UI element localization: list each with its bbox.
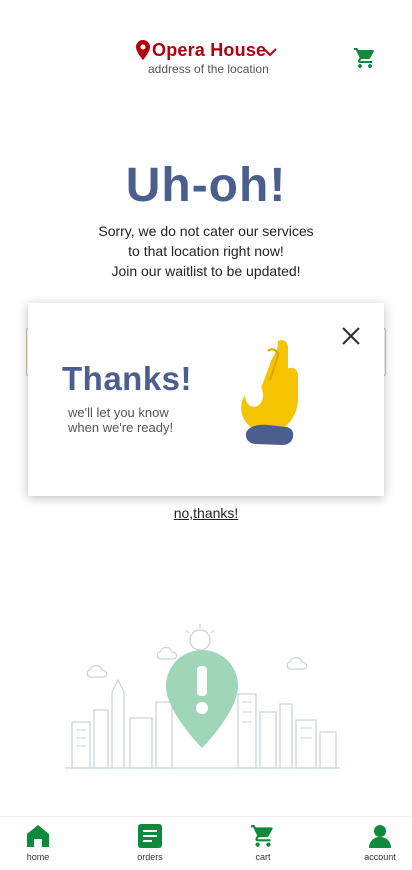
home-icon — [27, 825, 49, 847]
thanks-modal: Thanks! we'll let you know when we're re… — [28, 303, 384, 496]
location-name[interactable]: Opera House — [152, 40, 266, 61]
account-icon — [369, 825, 391, 848]
chevron-down-icon[interactable] — [263, 46, 277, 58]
city-location-illustration — [65, 624, 340, 769]
nav-orders[interactable]: orders — [120, 823, 180, 869]
nav-home[interactable]: home — [8, 823, 68, 869]
nav-cart[interactable]: cart — [233, 823, 293, 869]
nav-home-label: home — [26, 852, 50, 862]
location-pin-icon[interactable] — [136, 40, 150, 60]
nav-orders-label: orders — [137, 852, 163, 862]
ok-hand-icon — [241, 339, 298, 445]
close-icon[interactable] — [340, 325, 362, 347]
cart-icon — [251, 825, 273, 847]
message-line-3: Join our waitlist to be updated! — [111, 263, 301, 279]
orders-icon — [138, 824, 162, 848]
location-address: address of the location — [148, 62, 269, 76]
no-thanks-link[interactable]: no,thanks! — [0, 505, 412, 521]
message-line-1: Sorry, we do not cater our services — [98, 223, 314, 239]
cart-icon[interactable] — [353, 46, 377, 70]
page-title: Uh-oh! — [125, 159, 287, 212]
modal-subtitle: we'll let you know when we're ready! — [68, 405, 173, 435]
top-bar: Opera House address of the location — [0, 0, 412, 90]
bottom-navigation: home orders cart account — [0, 816, 412, 870]
nav-account-label: account — [364, 852, 396, 862]
modal-subtitle-line-1: we'll let you know — [68, 405, 169, 420]
modal-subtitle-line-2: when we're ready! — [68, 420, 174, 435]
nav-account[interactable]: account — [350, 823, 410, 869]
nav-cart-label: cart — [255, 852, 271, 862]
message-line-2: to that location right now! — [128, 243, 284, 259]
modal-title: Thanks! — [62, 360, 193, 397]
